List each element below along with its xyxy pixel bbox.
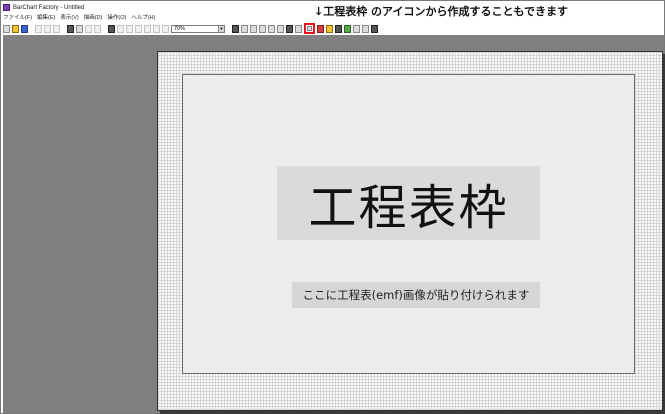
ellipse-tool-icon[interactable] [277, 24, 284, 33]
undo-icon[interactable] [85, 24, 92, 33]
paste-icon[interactable] [53, 24, 60, 33]
grid-icon[interactable] [108, 24, 115, 33]
print-preview-icon[interactable] [76, 24, 83, 33]
line-tool-icon[interactable] [241, 24, 248, 33]
app-window: BarChart Factory - Untitled ↓工程表枠 のアイコンか… [0, 0, 665, 414]
cut-icon[interactable] [35, 24, 42, 33]
bar-tool-icon[interactable] [317, 24, 324, 33]
copy-icon[interactable] [44, 24, 51, 33]
save-icon[interactable] [21, 24, 28, 33]
instruction-annotation: ↓工程表枠 のアイコンから作成することもできます [314, 5, 569, 18]
barchart-app-icon [3, 4, 10, 11]
print-icon[interactable] [67, 24, 74, 33]
window-title: BarChart Factory - Untitled [13, 4, 85, 11]
chevron-down-icon[interactable]: ▼ [218, 25, 224, 32]
redo-icon[interactable] [94, 24, 101, 33]
schedule-frame-icon [307, 26, 312, 31]
bring-front-icon[interactable] [144, 24, 151, 33]
group-icon[interactable] [162, 24, 169, 33]
settings-grid-icon[interactable] [371, 24, 378, 33]
open-folder-icon[interactable] [12, 24, 19, 33]
calendar-tool-icon[interactable] [335, 24, 342, 33]
page-canvas[interactable]: 工程表枠 ここに工程表(emf)画像が貼り付けられます [157, 51, 663, 411]
send-back-icon[interactable] [153, 24, 160, 33]
paste-note: ここに工程表(emf)画像が貼り付けられます [302, 288, 530, 302]
select-pointer-icon[interactable] [232, 24, 239, 33]
table-tool-icon[interactable] [286, 24, 293, 33]
paste-note-box: ここに工程表(emf)画像が貼り付けられます [292, 282, 540, 308]
schedule-frame-button[interactable] [304, 23, 315, 34]
menu-draw[interactable]: 描画(D) [84, 13, 103, 22]
align-left-icon[interactable] [117, 24, 124, 33]
rectangle-tool-icon[interactable] [259, 24, 266, 33]
align-right-icon[interactable] [135, 24, 142, 33]
toolbar: 70% ▼ [3, 23, 663, 34]
drawing-workspace[interactable]: 工程表枠 ここに工程表(emf)画像が貼り付けられます [3, 35, 665, 414]
menu-view[interactable]: 表示(V) [60, 13, 78, 22]
frame-label-box: 工程表枠 [277, 166, 540, 240]
zoom-value: 70% [174, 25, 186, 32]
note-tool-icon[interactable] [326, 24, 333, 33]
menu-edit[interactable]: 編集(E) [37, 13, 55, 22]
title-bar: BarChart Factory - Untitled [3, 3, 84, 12]
menu-bar: ファイル(F) 編集(E) 表示(V) 描画(D) 操作(O) ヘルプ(H) [3, 13, 155, 22]
schedule-frame[interactable]: 工程表枠 ここに工程表(emf)画像が貼り付けられます [182, 74, 635, 374]
new-file-icon[interactable] [3, 24, 10, 33]
balloon-tool-icon[interactable] [362, 24, 369, 33]
image-tool-icon[interactable] [295, 24, 302, 33]
menu-help[interactable]: ヘルプ(H) [131, 13, 155, 22]
menu-file[interactable]: ファイル(F) [3, 13, 32, 22]
frame-label: 工程表枠 [308, 180, 509, 236]
rounded-rect-tool-icon[interactable] [268, 24, 275, 33]
align-center-icon[interactable] [126, 24, 133, 33]
zoom-select[interactable]: 70% ▼ [171, 24, 225, 33]
connector-tool-icon[interactable] [353, 24, 360, 33]
arrow-line-icon[interactable] [250, 24, 257, 33]
milestone-tool-icon[interactable] [344, 24, 351, 33]
menu-operation[interactable]: 操作(O) [107, 13, 126, 22]
